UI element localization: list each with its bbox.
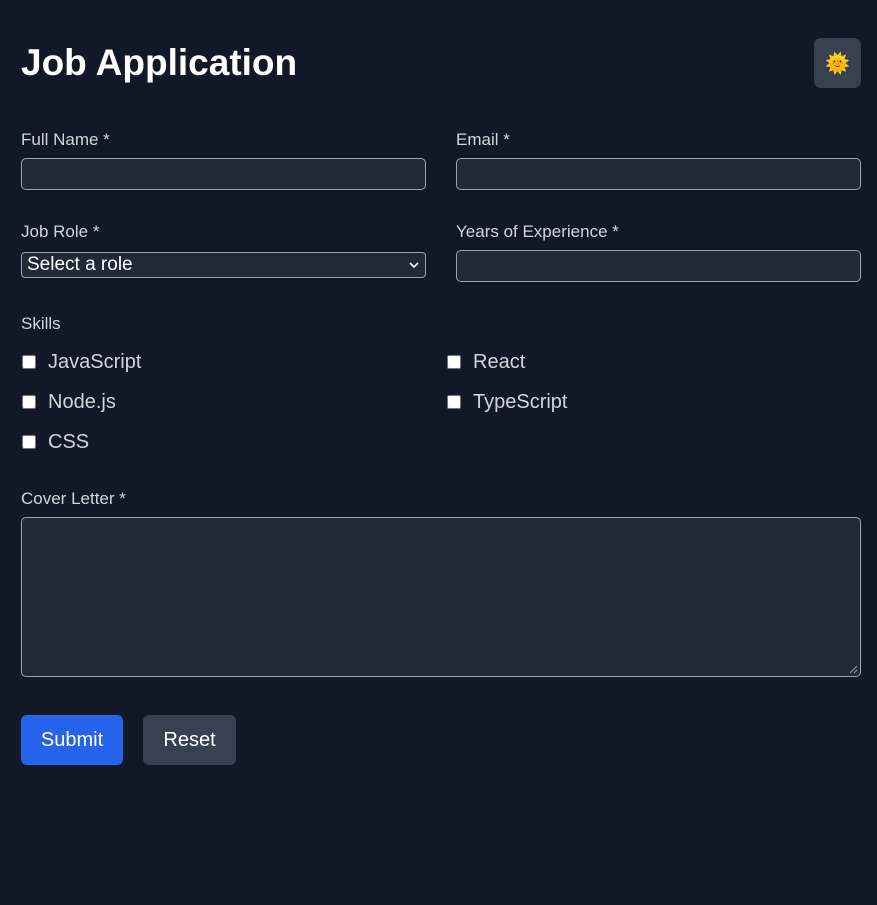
skill-checkbox[interactable]: [22, 355, 36, 369]
skill-option-javascript[interactable]: JavaScript: [22, 351, 141, 373]
reset-button[interactable]: Reset: [143, 715, 236, 765]
skill-option-css[interactable]: CSS: [22, 431, 89, 453]
skill-option-react[interactable]: React: [447, 351, 525, 373]
sun-face-icon: 🌞: [825, 51, 850, 75]
skills-label: Skills: [21, 314, 61, 333]
chevron-down-icon: [409, 262, 419, 269]
skill-option-typescript[interactable]: TypeScript: [447, 391, 567, 413]
skill-checkbox[interactable]: [447, 355, 461, 369]
page-title: Job Application: [21, 42, 298, 83]
job-role-label: Job Role *: [21, 222, 100, 241]
skill-label: CSS: [48, 431, 90, 453]
skill-checkbox[interactable]: [447, 395, 461, 409]
theme-toggle-button[interactable]: 🌞: [814, 38, 861, 88]
email-label: Email *: [456, 130, 510, 149]
job-role-selected-value: Select a role: [27, 254, 133, 275]
skill-label: React: [473, 351, 526, 373]
skill-checkbox[interactable]: [22, 435, 36, 449]
skill-checkbox[interactable]: [22, 395, 36, 409]
skill-option-nodejs[interactable]: Node.js: [22, 391, 116, 413]
cover-letter-textarea[interactable]: [21, 517, 861, 677]
experience-input[interactable]: [457, 251, 860, 281]
submit-button[interactable]: Submit: [21, 715, 123, 765]
experience-field-wrapper: [456, 250, 861, 282]
email-input[interactable]: [457, 159, 860, 189]
resize-handle-icon[interactable]: [849, 665, 858, 674]
skill-label: JavaScript: [48, 351, 142, 373]
full-name-label: Full Name *: [21, 130, 110, 149]
skill-label: TypeScript: [473, 391, 568, 413]
full-name-input[interactable]: [22, 159, 425, 189]
cover-letter-label: Cover Letter *: [21, 489, 126, 508]
experience-label: Years of Experience *: [456, 222, 619, 241]
skill-label: Node.js: [48, 391, 116, 413]
email-field-wrapper: [456, 158, 861, 190]
job-role-select[interactable]: Select a role: [21, 252, 426, 278]
full-name-field-wrapper: [21, 158, 426, 190]
